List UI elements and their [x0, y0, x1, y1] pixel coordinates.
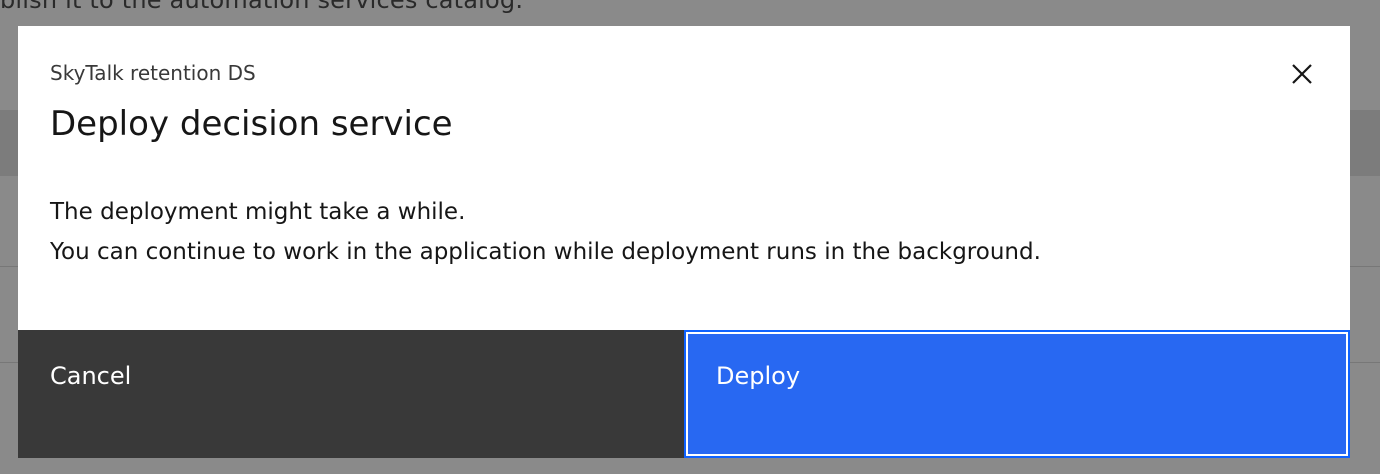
- modal-footer: Cancel Deploy: [18, 330, 1350, 458]
- cancel-button[interactable]: Cancel: [18, 330, 684, 458]
- close-icon: [1292, 64, 1312, 84]
- deploy-button[interactable]: Deploy: [684, 330, 1350, 458]
- modal-label: SkyTalk retention DS: [50, 61, 256, 85]
- modal-body: The deployment might take a while. You c…: [50, 192, 1041, 272]
- modal-heading: Deploy decision service: [50, 104, 453, 144]
- modal-body-line: The deployment might take a while.: [50, 199, 466, 225]
- deploy-modal: SkyTalk retention DS Deploy decision ser…: [18, 26, 1350, 458]
- background-description: blish it to the automation services cata…: [0, 0, 524, 14]
- modal-body-line: You can continue to work in the applicat…: [50, 239, 1041, 265]
- close-button[interactable]: [1284, 56, 1320, 92]
